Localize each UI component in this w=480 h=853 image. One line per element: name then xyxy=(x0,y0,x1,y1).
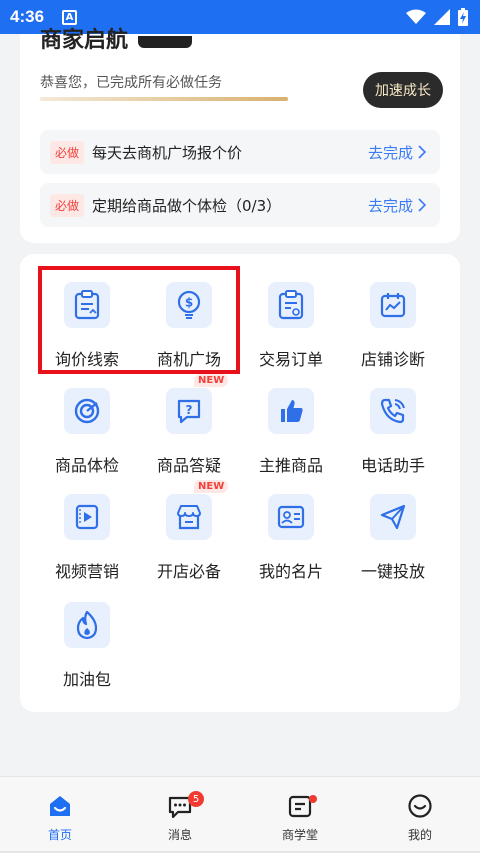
go-complete-label: 去完成 xyxy=(367,143,413,162)
unread-badge: 5 xyxy=(188,791,204,807)
tab-messages[interactable]: 5 消息 xyxy=(120,777,240,853)
wifi-icon xyxy=(406,9,426,24)
growth-progress-bar xyxy=(40,97,288,101)
growth-task-card: 商家启航 恭喜您，已完成所有必做任务 加速成长 必做 每天去商机广场报个价 去完… xyxy=(20,28,460,243)
shop-title: 商家启航 xyxy=(40,28,129,53)
go-complete-link[interactable]: 去完成 xyxy=(368,195,426,216)
tool-label: 我的名片 xyxy=(258,562,323,581)
task-row-checkup[interactable]: 必做 定期给商品做个体检（0/3） 去完成 xyxy=(40,183,440,227)
new-content-dot xyxy=(309,795,317,803)
home-icon xyxy=(50,796,70,816)
tool-shop-diagnosis[interactable]: 店铺诊断 xyxy=(342,260,444,369)
tool-boost-pack[interactable]: 加油包 xyxy=(36,580,138,689)
flame-icon xyxy=(76,610,98,640)
task-text: 定期给商品做个体检（0/3） xyxy=(92,196,282,215)
order-clipboard-icon xyxy=(278,290,304,320)
profile-smile-icon xyxy=(408,794,432,818)
chevron-right-icon xyxy=(418,198,426,212)
accelerate-growth-button[interactable]: 加速成长 xyxy=(363,72,443,108)
tool-shop-essentials[interactable]: NEW 开店必备 xyxy=(138,472,240,581)
signal-icon xyxy=(434,9,450,25)
storefront-icon xyxy=(177,505,201,530)
congrats-text: 恭喜您，已完成所有必做任务 xyxy=(40,75,222,91)
tab-label: 我的 xyxy=(407,828,432,842)
must-do-tag: 必做 xyxy=(50,140,85,164)
task-row-quote[interactable]: 必做 每天去商机广场报个价 去完成 xyxy=(40,130,440,174)
status-time: 4:36 xyxy=(10,7,45,26)
tool-phone-assistant[interactable]: 电话助手 xyxy=(342,366,444,475)
tab-business-school[interactable]: 商学堂 xyxy=(240,777,360,853)
tool-featured-products[interactable]: 主推商品 xyxy=(240,366,342,475)
tab-home[interactable]: 首页 xyxy=(0,777,120,853)
must-do-tag: 必做 xyxy=(50,193,85,217)
tool-video-marketing[interactable]: 视频营销 xyxy=(36,472,138,581)
battery-charging-icon xyxy=(458,8,468,26)
video-play-icon xyxy=(75,504,99,530)
tool-product-checkup[interactable]: 商品体检 xyxy=(36,366,138,475)
tab-mine[interactable]: 我的 xyxy=(360,777,480,853)
new-tag: NEW xyxy=(194,480,229,493)
tool-label: 一键投放 xyxy=(360,562,425,581)
task-text: 每天去商机广场报个价 xyxy=(92,143,243,162)
phone-icon xyxy=(380,398,405,424)
tool-business-card[interactable]: 我的名片 xyxy=(240,472,342,581)
go-complete-label: 去完成 xyxy=(367,196,413,215)
highlight-box xyxy=(38,266,240,374)
tool-label: 加油包 xyxy=(62,670,111,689)
tab-label: 消息 xyxy=(167,828,192,842)
tab-label: 首页 xyxy=(47,828,72,842)
new-tag: NEW xyxy=(194,374,229,387)
go-complete-link[interactable]: 去完成 xyxy=(368,142,426,163)
level-badge xyxy=(138,36,192,48)
tool-product-qa[interactable]: ? NEW 商品答疑 xyxy=(138,366,240,475)
tool-label: 视频营销 xyxy=(54,562,119,581)
tool-trade-orders[interactable]: 交易订单 xyxy=(240,260,342,369)
thumbs-up-icon xyxy=(281,400,303,422)
business-card-icon xyxy=(277,505,305,529)
tool-label: 开店必备 xyxy=(156,562,221,581)
tool-one-click-launch[interactable]: 一键投放 xyxy=(342,472,444,581)
bottom-tab-bar: 首页 5 消息 商学堂 我的 xyxy=(0,776,480,853)
tab-label: 商学堂 xyxy=(281,828,318,842)
question-chat-icon: ? xyxy=(177,399,201,424)
svg-text:?: ? xyxy=(186,403,193,417)
paper-plane-icon xyxy=(380,504,406,530)
radar-check-icon xyxy=(74,398,100,424)
calendar-chart-icon xyxy=(380,293,406,318)
chevron-right-icon xyxy=(418,145,426,159)
